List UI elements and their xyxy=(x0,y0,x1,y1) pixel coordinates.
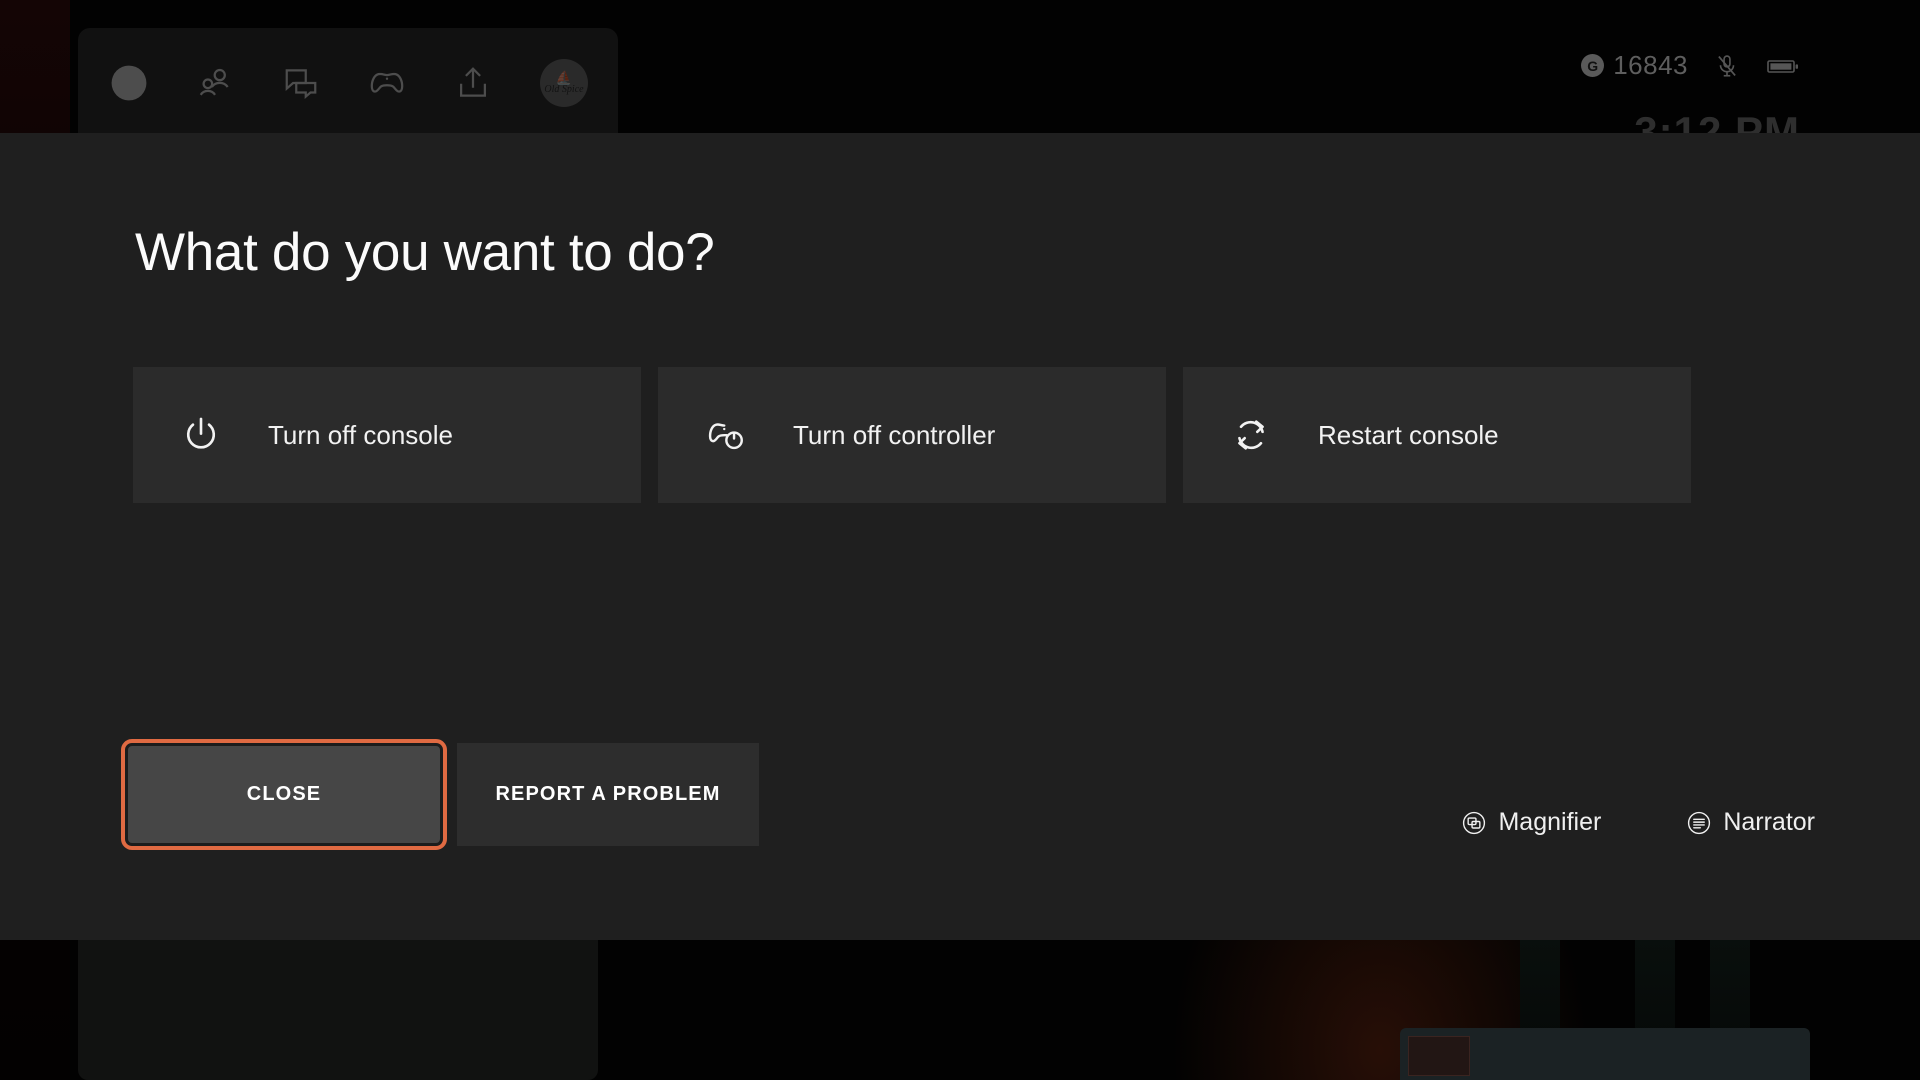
narrator-icon xyxy=(1686,810,1712,836)
avatar-brand-label: Old Spice xyxy=(544,84,584,95)
turn-off-controller-tile[interactable]: Turn off controller xyxy=(658,367,1166,503)
background-panel-left xyxy=(78,940,598,1080)
controller-power-icon xyxy=(705,414,747,456)
power-icon xyxy=(180,414,222,456)
accessibility-label: Magnifier xyxy=(1498,808,1602,836)
dialog-footer-buttons: CLOSE REPORT A PROBLEM xyxy=(121,739,759,850)
status-cluster: G 16843 xyxy=(1581,50,1800,81)
xbox-logo-icon[interactable] xyxy=(110,64,148,102)
controller-icon[interactable] xyxy=(368,64,406,102)
gamerscore-badge-icon: G xyxy=(1581,54,1605,77)
people-icon[interactable] xyxy=(196,64,234,102)
report-problem-button[interactable]: REPORT A PROBLEM xyxy=(457,743,759,846)
restart-icon xyxy=(1230,414,1272,456)
magnifier-icon xyxy=(1461,810,1487,836)
background-panel-right xyxy=(1400,1028,1810,1080)
profile-avatar[interactable]: ⛵ Old Spice xyxy=(540,59,588,107)
tile-label: Turn off console xyxy=(268,419,453,450)
tile-label: Turn off controller xyxy=(793,419,996,450)
battery-icon xyxy=(1766,53,1800,79)
tile-label: Restart console xyxy=(1318,419,1499,450)
accessibility-label: Narrator xyxy=(1723,808,1815,836)
microphone-muted-icon xyxy=(1714,53,1740,79)
page-title: What do you want to do? xyxy=(135,223,715,282)
guide-nav[interactable]: ⛵ Old Spice xyxy=(110,55,588,111)
narrator-shortcut[interactable]: Narrator xyxy=(1686,808,1815,837)
close-button[interactable]: CLOSE xyxy=(121,739,447,850)
gamerscore: G 16843 xyxy=(1581,50,1688,81)
share-icon[interactable] xyxy=(454,64,492,102)
background-thumbnail xyxy=(1408,1036,1470,1076)
chat-icon[interactable] xyxy=(282,64,320,102)
restart-console-tile[interactable]: Restart console xyxy=(1183,367,1691,503)
xbox-guide-screen: ⛵ Old Spice G 16843 3:12 PM What do you … xyxy=(0,0,1920,1080)
power-action-tiles: Turn off console Turn off controller Res… xyxy=(133,367,1691,503)
turn-off-console-tile[interactable]: Turn off console xyxy=(133,367,641,503)
magnifier-shortcut[interactable]: Magnifier xyxy=(1461,808,1601,837)
accessibility-shortcuts: Magnifier Narrator xyxy=(1461,808,1815,837)
ship-icon: ⛵ xyxy=(555,70,573,85)
gamerscore-value: 16843 xyxy=(1613,50,1688,80)
